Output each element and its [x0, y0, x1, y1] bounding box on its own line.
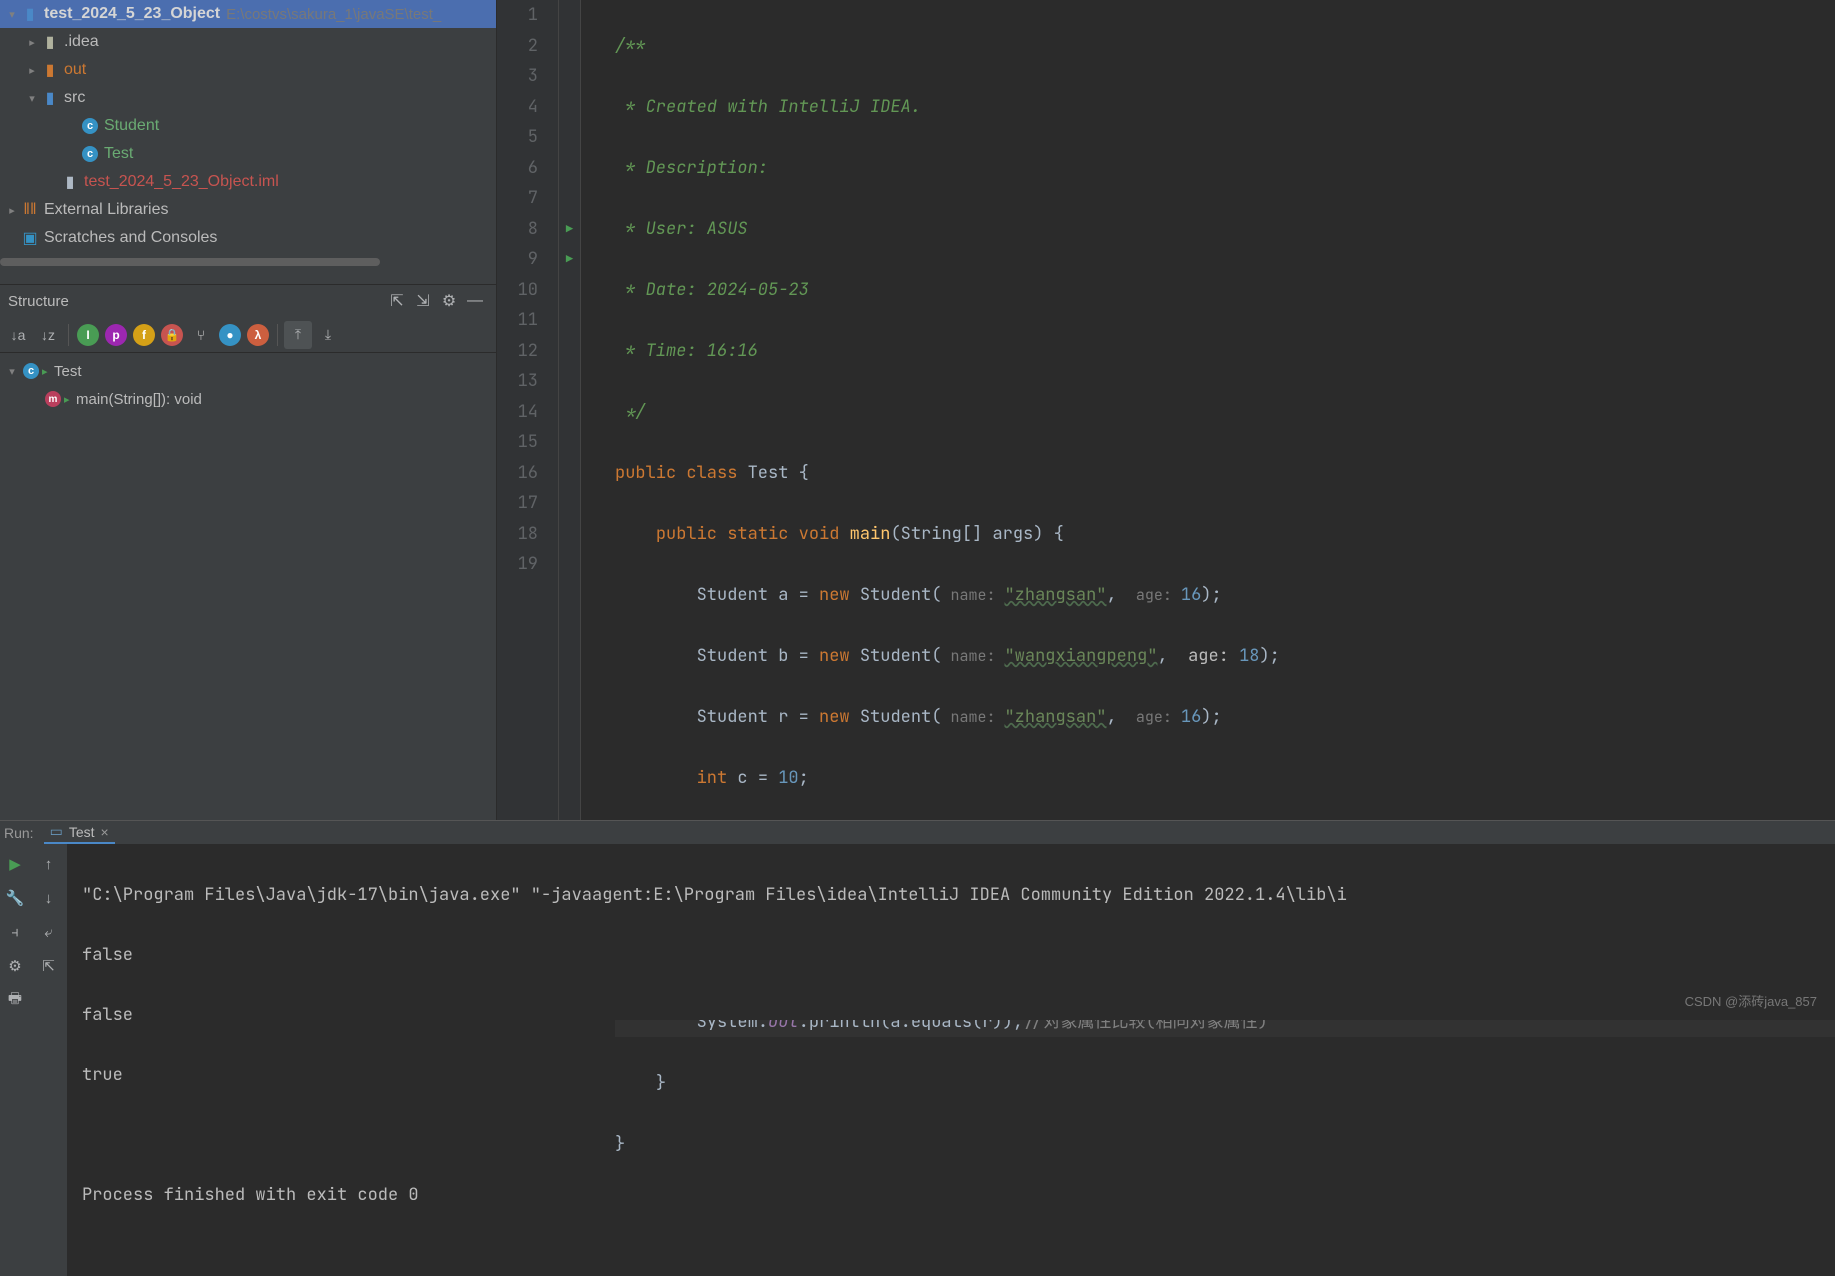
project-tree[interactable]: ▾ ▮ test_2024_5_23_Object E:\costvs\saku…	[0, 0, 496, 284]
horizontal-scrollbar[interactable]	[0, 258, 380, 266]
structure-tree[interactable]: ▾ c ▸ Test m ▸ main(String[]): void	[0, 353, 496, 417]
class-icon: c	[80, 118, 100, 134]
run-toolbar-left: ▶ 🔧 ⫞ ⚙ 🖶	[0, 844, 30, 1276]
run-tab-test[interactable]: ▭ Test ×	[44, 821, 115, 844]
up-icon[interactable]: ↑	[37, 852, 61, 876]
code-editor[interactable]: 1 2 3 4 5 6 7 8 9 10 11 12 13 14 15 16 1…	[497, 0, 1835, 820]
structure-method-row[interactable]: m ▸ main(String[]): void	[0, 385, 496, 413]
tree-row-student[interactable]: c Student	[0, 112, 496, 140]
layout-icon[interactable]: ⫞	[3, 920, 27, 944]
code-content[interactable]: /** * Created with IntelliJ IDEA. * Desc…	[595, 0, 1835, 820]
scroll-to-icon[interactable]: ⤒	[284, 321, 312, 349]
project-path: E:\costvs\sakura_1\javaSE\test_	[226, 6, 441, 23]
project-name: test_2024_5_23_Object	[44, 5, 220, 23]
expand-icon[interactable]: ▾	[24, 92, 40, 105]
structure-class-row[interactable]: ▾ c ▸ Test	[0, 357, 496, 385]
tree-row-scratches[interactable]: ▣ Scratches and Consoles	[0, 224, 496, 252]
expand-icon[interactable]: ▾	[4, 365, 20, 378]
run-main-icon[interactable]: ▶	[566, 244, 573, 275]
collapse-icon[interactable]: ▸	[24, 64, 40, 77]
collapse-all-icon[interactable]: ⇲	[410, 288, 436, 314]
fold-gutter	[581, 0, 595, 820]
folder-icon: ▮	[40, 60, 60, 80]
settings-icon[interactable]: ⚙	[436, 288, 462, 314]
run-config-icon: ▭	[50, 823, 63, 840]
run-gutter: ▶ ▶	[559, 0, 581, 820]
filter-p-icon[interactable]: p	[105, 324, 127, 346]
run-toolbar-left2: ↑ ↓ ⤶ ⇱	[30, 844, 68, 1276]
sort-alpha-z-icon[interactable]: ↓z	[34, 321, 62, 349]
tree-row-test[interactable]: c Test	[0, 140, 496, 168]
structure-toolbar: ↓a ↓z I p f 🔒 ⑂ ● λ ⤒ ⤓	[0, 317, 496, 353]
tree-row-external[interactable]: ▸ ‖‖ External Libraries	[0, 196, 496, 224]
settings-icon[interactable]: ⚙	[3, 954, 27, 978]
wrap-icon[interactable]: ⤶	[37, 920, 61, 944]
class-icon: c	[80, 146, 100, 162]
sort-alpha-icon[interactable]: ↓a	[4, 321, 32, 349]
print-icon[interactable]: 🖶	[3, 988, 27, 1012]
expand-all-icon[interactable]: ⇱	[384, 288, 410, 314]
console-output[interactable]: "C:\Program Files\Java\jdk-17\bin\java.e…	[68, 844, 1835, 1276]
structure-title: Structure	[8, 293, 384, 310]
structure-header: Structure ⇱ ⇲ ⚙ —	[0, 285, 496, 317]
scratches-icon: ▣	[20, 228, 40, 248]
class-icon: c	[20, 363, 42, 379]
method-icon: m	[42, 391, 64, 407]
libraries-icon: ‖‖	[20, 201, 40, 219]
fork-icon[interactable]: ⑂	[187, 321, 215, 349]
rerun-icon[interactable]: ▶	[3, 852, 27, 876]
tree-row-iml[interactable]: ▮ test_2024_5_23_Object.iml	[0, 168, 496, 196]
project-root-row[interactable]: ▾ ▮ test_2024_5_23_Object E:\costvs\saku…	[0, 0, 496, 28]
tree-row-src[interactable]: ▾ ▮ src	[0, 84, 496, 112]
expand-icon[interactable]: ▾	[4, 8, 20, 21]
down-icon[interactable]: ↓	[37, 886, 61, 910]
run-marker-icon: ▸	[64, 393, 72, 406]
wrench-icon[interactable]: 🔧	[3, 886, 27, 910]
tree-row-idea[interactable]: ▸ ▮ .idea	[0, 28, 496, 56]
run-panel: Run: ▭ Test × ▶ 🔧 ⫞ ⚙ 🖶 ↑ ↓ ⤶ ⇱ "C:\Prog…	[0, 820, 1835, 1020]
tree-row-out[interactable]: ▸ ▮ out	[0, 56, 496, 84]
close-tab-icon[interactable]: ×	[101, 824, 109, 840]
line-number-gutter: 1 2 3 4 5 6 7 8 9 10 11 12 13 14 15 16 1…	[497, 0, 559, 820]
watermark: CSDN @添砖java_857	[1685, 991, 1817, 1010]
filter-i-icon[interactable]: I	[77, 324, 99, 346]
filter-lock-icon[interactable]: 🔒	[161, 324, 183, 346]
run-label: Run:	[4, 825, 34, 841]
export-icon[interactable]: ⇱	[37, 954, 61, 978]
filter-o-icon[interactable]: ●	[219, 324, 241, 346]
project-folder-icon: ▮	[20, 4, 40, 24]
filter-lambda-icon[interactable]: λ	[247, 324, 269, 346]
run-class-icon[interactable]: ▶	[566, 214, 573, 245]
folder-icon: ▮	[40, 32, 60, 52]
run-marker-icon: ▸	[42, 365, 50, 378]
collapse-icon[interactable]: ▸	[4, 204, 20, 217]
source-folder-icon: ▮	[40, 88, 60, 108]
scroll-from-icon[interactable]: ⤓	[314, 321, 342, 349]
collapse-icon[interactable]: ▸	[24, 36, 40, 49]
filter-f-icon[interactable]: f	[133, 324, 155, 346]
left-panel: ▾ ▮ test_2024_5_23_Object E:\costvs\saku…	[0, 0, 497, 820]
minimize-icon[interactable]: —	[462, 288, 488, 314]
structure-panel: Structure ⇱ ⇲ ⚙ — ↓a ↓z I p f 🔒 ⑂ ● λ ⤒ …	[0, 284, 496, 820]
run-tabs: Run: ▭ Test ×	[0, 821, 1835, 844]
iml-icon: ▮	[60, 172, 80, 192]
